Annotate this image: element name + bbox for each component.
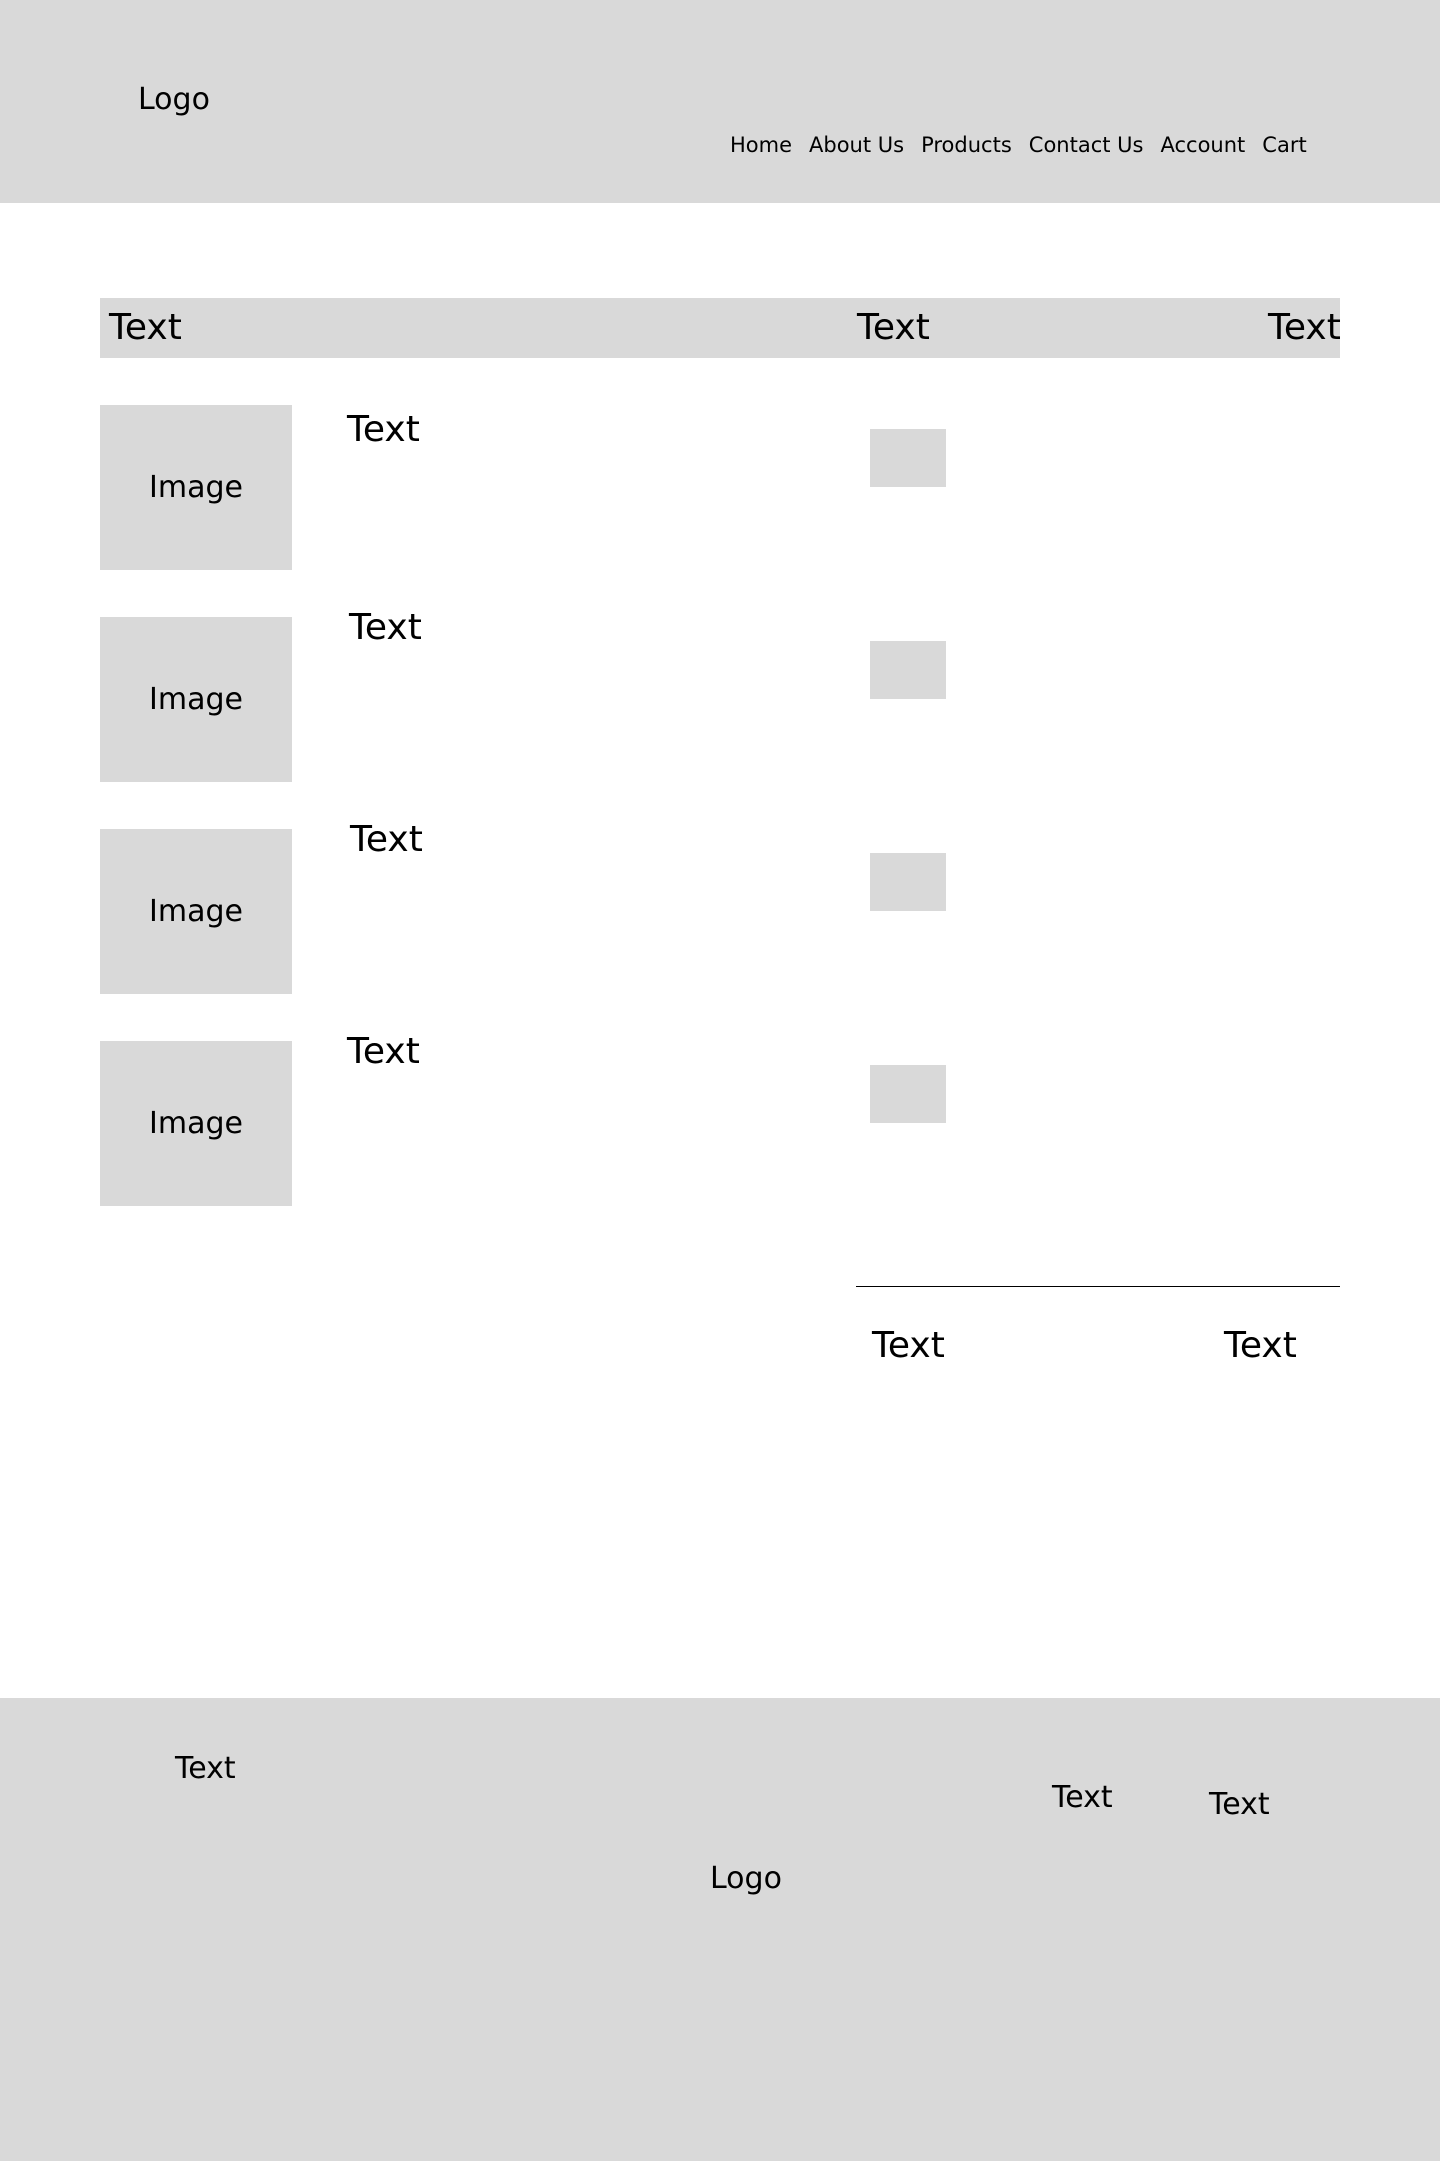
nav-products[interactable]: Products bbox=[921, 131, 1012, 159]
footer-logo[interactable]: Logo bbox=[710, 1859, 782, 1899]
table-header-col-1: Text bbox=[109, 307, 182, 348]
row-2-text: Text bbox=[349, 607, 422, 648]
table-header-bar bbox=[100, 298, 1340, 358]
table-header-col-2: Text bbox=[857, 307, 930, 348]
nav-contact-us[interactable]: Contact Us bbox=[1029, 131, 1144, 159]
row-1-image: Image bbox=[100, 405, 292, 570]
summary-left-text: Text bbox=[872, 1325, 945, 1366]
footer-text-right: Text bbox=[1209, 1787, 1270, 1822]
nav-cart[interactable]: Cart bbox=[1262, 131, 1306, 159]
row-2-quantity-box[interactable] bbox=[870, 641, 946, 699]
row-3-text: Text bbox=[350, 819, 423, 860]
main-nav: Home About Us Products Contact Us Accoun… bbox=[730, 131, 1307, 159]
row-1-text: Text bbox=[347, 409, 420, 450]
row-1-quantity-box[interactable] bbox=[870, 429, 946, 487]
row-4-text: Text bbox=[347, 1031, 420, 1072]
site-header bbox=[0, 0, 1440, 203]
nav-account[interactable]: Account bbox=[1160, 131, 1245, 159]
row-3-image: Image bbox=[100, 829, 292, 994]
header-logo[interactable]: Logo bbox=[138, 80, 210, 120]
nav-home[interactable]: Home bbox=[730, 131, 792, 159]
table-header-col-3: Text bbox=[1268, 307, 1341, 348]
row-3-quantity-box[interactable] bbox=[870, 853, 946, 911]
row-2-image: Image bbox=[100, 617, 292, 782]
footer-text-mid: Text bbox=[1052, 1780, 1113, 1815]
summary-divider bbox=[856, 1286, 1340, 1287]
row-4-quantity-box[interactable] bbox=[870, 1065, 946, 1123]
footer-text-left: Text bbox=[175, 1751, 236, 1786]
nav-about-us[interactable]: About Us bbox=[809, 131, 904, 159]
summary-right-text: Text bbox=[1224, 1325, 1297, 1366]
row-4-image: Image bbox=[100, 1041, 292, 1206]
